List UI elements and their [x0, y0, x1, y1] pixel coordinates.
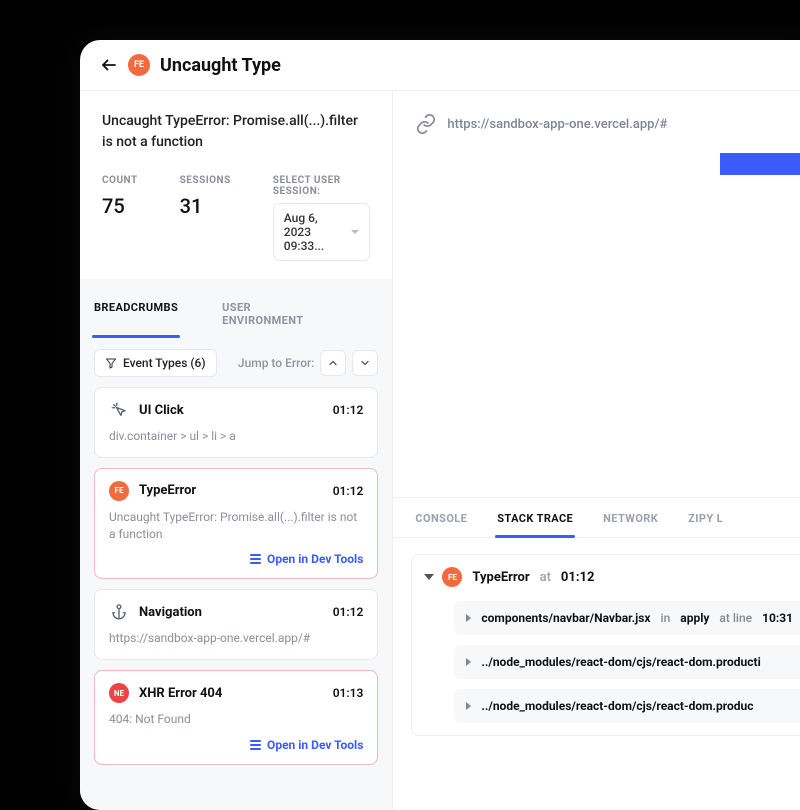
open-devtools-link[interactable]: Open in Dev Tools: [109, 552, 363, 566]
sessions-value: 31: [180, 194, 231, 218]
arrow-left-icon: [100, 56, 118, 74]
stack-frame[interactable]: components/navbar/Navbar.jsx in apply at…: [454, 601, 800, 635]
filter-row: Event Types (6) Jump to Error:: [94, 349, 378, 377]
event-card-navigation[interactable]: Navigation 01:12 https://sandbox-app-one…: [94, 589, 378, 660]
back-button[interactable]: [100, 56, 118, 74]
stack-time: 01:12: [561, 570, 595, 585]
event-title: XHR Error 404: [139, 686, 323, 701]
tab-breadcrumbs[interactable]: BREADCRUMBS: [94, 293, 178, 337]
list-icon: [250, 554, 261, 564]
event-detail: div.container > ul > li > a: [109, 428, 363, 445]
event-time: 01:12: [333, 605, 364, 619]
stack-frame[interactable]: ../node_modules/react-dom/cjs/react-dom.…: [454, 689, 800, 723]
event-detail: https://sandbox-app-one.vercel.app/#: [109, 630, 363, 647]
stack-title: TypeError: [472, 570, 529, 585]
triangle-right-icon: [466, 614, 471, 622]
app-window: FE Uncaught Type Uncaught TypeError: Pro…: [80, 40, 800, 810]
event-time: 01:13: [333, 686, 364, 700]
frame-list: components/navbar/Navbar.jsx in apply at…: [454, 601, 800, 723]
left-panel: Uncaught TypeError: Promise.all(...).fil…: [80, 91, 393, 809]
stack-head[interactable]: FE TypeError at 01:12: [426, 567, 800, 587]
click-icon: [109, 400, 129, 420]
fe-badge: FE: [442, 567, 462, 587]
event-title: TypeError: [139, 483, 323, 498]
event-title: UI Click: [139, 403, 323, 418]
chevron-down-icon: [359, 357, 371, 369]
right-tabs: CONSOLE STACK TRACE NETWORK ZIPY L: [393, 497, 800, 538]
event-list: UI Click 01:12 div.container > ul > li >…: [94, 387, 378, 765]
stats-row: COUNT 75 SESSIONS 31 SELECT USER SESSION…: [102, 175, 370, 261]
ne-badge: NE: [109, 683, 129, 703]
event-card-xhr-error[interactable]: NE XHR Error 404 01:13 404: Not Found Op…: [94, 670, 378, 765]
page-title: Uncaught Type: [160, 55, 281, 76]
open-devtools-label: Open in Dev Tools: [267, 738, 363, 752]
stack-frame[interactable]: ../node_modules/react-dom/cjs/react-dom.…: [454, 645, 800, 679]
event-time: 01:12: [333, 403, 364, 417]
session-select-value: Aug 6, 2023 09:33...: [284, 211, 346, 253]
event-card-uiclick[interactable]: UI Click 01:12 div.container > ul > li >…: [94, 387, 378, 458]
jump-prev-button[interactable]: [320, 350, 346, 376]
stack-at-label: at: [540, 570, 551, 585]
tab-console[interactable]: CONSOLE: [415, 512, 467, 537]
stat-select-session: SELECT USER SESSION: Aug 6, 2023 09:33..…: [273, 175, 371, 261]
tab-stack-trace[interactable]: STACK TRACE: [497, 512, 573, 537]
title-bar: FE Uncaught Type: [80, 40, 800, 91]
event-detail: 404: Not Found: [109, 711, 363, 728]
chevron-down-icon: [351, 230, 359, 234]
event-title: Navigation: [139, 605, 323, 620]
tab-zipy[interactable]: ZIPY L: [688, 512, 723, 537]
preview-url-row: https://sandbox-app-one.vercel.app/#: [393, 91, 800, 145]
select-session-label: SELECT USER SESSION:: [273, 175, 371, 197]
chevron-up-icon: [327, 357, 339, 369]
open-devtools-link[interactable]: Open in Dev Tools: [109, 738, 363, 752]
tab-user-environment[interactable]: USER ENVIRONMENT: [222, 293, 334, 337]
preview-bar: [720, 153, 800, 175]
right-panel: https://sandbox-app-one.vercel.app/# CON…: [393, 91, 800, 809]
preview-url[interactable]: https://sandbox-app-one.vercel.app/#: [447, 117, 667, 132]
triangle-right-icon: [466, 658, 471, 666]
funnel-icon: [105, 357, 117, 369]
event-detail: Uncaught TypeError: Promise.all(...).fil…: [109, 509, 363, 543]
event-time: 01:12: [333, 484, 364, 498]
event-types-label: Event Types (6): [123, 356, 206, 370]
fe-badge: FE: [109, 481, 129, 501]
sessions-label: SESSIONS: [180, 175, 231, 186]
stat-sessions: SESSIONS 31: [180, 175, 231, 218]
stat-count: COUNT 75: [102, 175, 138, 218]
frame-in: in: [661, 611, 671, 625]
tab-network[interactable]: NETWORK: [603, 512, 658, 537]
triangle-right-icon: [466, 702, 471, 710]
link-icon: [415, 113, 437, 135]
count-label: COUNT: [102, 175, 138, 186]
event-card-typeerror[interactable]: FE TypeError 01:12 Uncaught TypeError: P…: [94, 468, 378, 580]
frame-fn: apply: [680, 611, 709, 625]
frame-path: components/navbar/Navbar.jsx: [481, 611, 650, 625]
stack-trace-panel: FE TypeError at 01:12 components/navbar/…: [411, 554, 800, 736]
frame-at: at line: [719, 611, 752, 625]
main: Uncaught TypeError: Promise.all(...).fil…: [80, 91, 800, 809]
fe-badge: FE: [128, 54, 150, 76]
frame-line: 10:31: [762, 611, 793, 625]
error-message: Uncaught TypeError: Promise.all(...).fil…: [102, 111, 370, 153]
left-tabs: BREADCRUMBS USER ENVIRONMENT: [94, 279, 378, 337]
open-devtools-label: Open in Dev Tools: [267, 552, 363, 566]
frame-path: ../node_modules/react-dom/cjs/react-dom.…: [481, 699, 753, 713]
event-types-filter[interactable]: Event Types (6): [94, 349, 217, 377]
jump-label: Jump to Error:: [238, 356, 315, 370]
error-summary: Uncaught TypeError: Promise.all(...).fil…: [80, 91, 392, 279]
disclosure-icon: [424, 574, 434, 580]
jump-next-button[interactable]: [352, 350, 378, 376]
session-select[interactable]: Aug 6, 2023 09:33...: [273, 203, 371, 261]
anchor-icon: [109, 602, 129, 622]
jump-to-error: Jump to Error:: [238, 350, 379, 376]
breadcrumbs-panel: BREADCRUMBS USER ENVIRONMENT Event Types…: [80, 279, 392, 809]
count-value: 75: [102, 194, 138, 218]
list-icon: [250, 740, 261, 750]
frame-path: ../node_modules/react-dom/cjs/react-dom.…: [481, 655, 760, 669]
session-preview[interactable]: [415, 153, 800, 493]
